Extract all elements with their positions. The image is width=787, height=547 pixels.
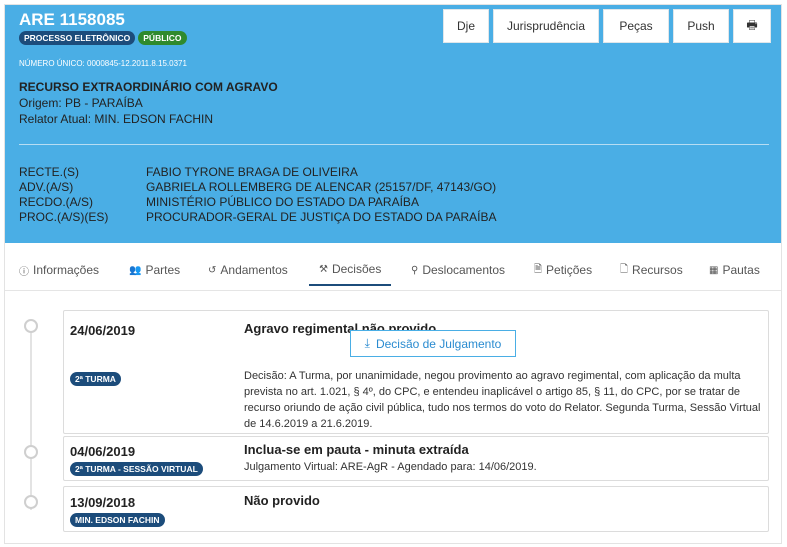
tab-label: Pautas: [722, 263, 760, 277]
decision-text: Decisão: A Turma, por unanimidade, negou…: [244, 370, 761, 430]
process-title: ARE 1158085: [19, 10, 125, 29]
tab-informacoes[interactable]: ⓘ Informações: [19, 254, 99, 286]
process-header: ARE 1158085 PROCESSO ELETRÔNICO PÚBLICO …: [5, 5, 781, 243]
jurisprudencia-button[interactable]: Jurisprudência: [493, 9, 599, 43]
parte-name: PROCURADOR-GERAL DE JUSTIÇA DO ESTADO DA…: [146, 210, 497, 224]
decision-card: 24/06/2019 Agravo regimental não provido…: [63, 310, 769, 434]
timeline-dot: [24, 495, 38, 509]
decision-badge: 2ª TURMA: [70, 372, 121, 386]
decision-badge: 2ª TURMA - SESSÃO VIRTUAL: [70, 462, 203, 476]
tab-peticoes[interactable]: 🗎 Petições: [534, 254, 592, 286]
calendar-icon: ▦: [709, 264, 719, 276]
decision-title: Não provido: [244, 493, 320, 508]
tabs-divider: [5, 290, 781, 291]
parte-name: MINISTÉRIO PÚBLICO DO ESTADO DA PARAÍBA: [146, 195, 419, 209]
decision-date: 24/06/2019: [70, 323, 136, 338]
process-tabs: ⓘ Informações 👥 Partes ↺ Andamentos ⚒ De…: [5, 254, 781, 288]
decision-card: 04/06/2019 Inclua-se em pauta - minuta e…: [63, 436, 769, 481]
tab-label: Decisões: [331, 262, 382, 276]
numero-unico: NÚMERO ÚNICO: 0000845-12.2011.8.15.0371: [19, 59, 187, 68]
timeline-dot: [24, 445, 38, 459]
tab-label: Andamentos: [220, 263, 288, 277]
process-class: RECURSO EXTRAORDINÁRIO COM AGRAVO: [19, 80, 278, 94]
decision-date: 04/06/2019: [70, 444, 136, 459]
parte-name: FABIO TYRONE BRAGA DE OLIVEIRA: [146, 165, 358, 179]
download-icon: ⤓: [364, 336, 370, 350]
timeline-dot: [24, 319, 38, 333]
decision-date: 13/09/2018: [70, 495, 136, 510]
tab-label: Petições: [546, 263, 593, 277]
map-marker-icon: ⚲: [411, 264, 419, 276]
tab-label: Recursos: [632, 263, 683, 277]
file-icon: 🗋: [620, 263, 629, 275]
parte-role: PROC.(A/S)(ES): [19, 210, 109, 224]
parte-role: RECDO.(A/S): [19, 195, 94, 209]
tab-recursos[interactable]: 🗋 Recursos: [620, 254, 683, 286]
dje-button[interactable]: Dje: [443, 9, 489, 43]
print-icon: 🖶: [746, 17, 758, 32]
badge-processo-eletronico: PROCESSO ELETRÔNICO: [19, 31, 136, 45]
tab-label: Informações: [33, 263, 100, 277]
parte-role: ADV.(A/S): [19, 180, 74, 194]
badge-publico: PÚBLICO: [138, 31, 187, 45]
timeline-line: [30, 325, 32, 510]
decision-card: 13/09/2018 Não provido MIN. EDSON FACHIN: [63, 486, 769, 532]
tab-partes[interactable]: 👥 Partes: [129, 254, 180, 286]
download-decision-button[interactable]: ⤓ Decisão de Julgamento: [350, 330, 516, 357]
parte-role: RECTE.(S): [19, 165, 79, 179]
gavel-icon: ⚒: [319, 263, 328, 275]
process-page: ARE 1158085 PROCESSO ELETRÔNICO PÚBLICO …: [4, 4, 782, 544]
decision-title: Inclua-se em pauta - minuta extraída: [244, 442, 469, 457]
decision-badge: MIN. EDSON FACHIN: [70, 513, 165, 527]
history-icon: ↺: [208, 264, 217, 276]
download-decision-label: Decisão de Julgamento: [375, 336, 502, 351]
process-badges: PROCESSO ELETRÔNICO PÚBLICO: [19, 31, 187, 45]
tab-deslocamentos[interactable]: ⚲ Deslocamentos: [411, 254, 505, 286]
users-icon: 👥: [129, 264, 142, 276]
header-divider: [19, 144, 769, 145]
action-toolbar: Dje Jurisprudência Peças Push 🖶: [443, 9, 771, 43]
info-icon: ⓘ: [19, 266, 29, 278]
push-button[interactable]: Push: [673, 9, 729, 43]
pdf-file-icon: 🗎: [534, 263, 543, 275]
decision-text: Julgamento Virtual: ARE-AgR - Agendado p…: [244, 461, 537, 473]
pecas-button[interactable]: Peças: [603, 9, 669, 43]
tab-pautas[interactable]: ▦ Pautas: [709, 254, 760, 286]
tab-label: Partes: [145, 263, 181, 277]
print-button[interactable]: 🖶: [733, 9, 771, 43]
process-rapporteur: Relator Atual: MIN. EDSON FACHIN: [19, 112, 214, 126]
tab-decisoes[interactable]: ⚒ Decisões: [309, 254, 392, 286]
tab-label: Deslocamentos: [422, 263, 506, 277]
tab-andamentos[interactable]: ↺ Andamentos: [208, 254, 288, 286]
process-origin: Origem: PB - PARAÍBA: [19, 96, 143, 110]
parte-name: GABRIELA ROLLEMBERG DE ALENCAR (25157/DF…: [146, 180, 497, 194]
